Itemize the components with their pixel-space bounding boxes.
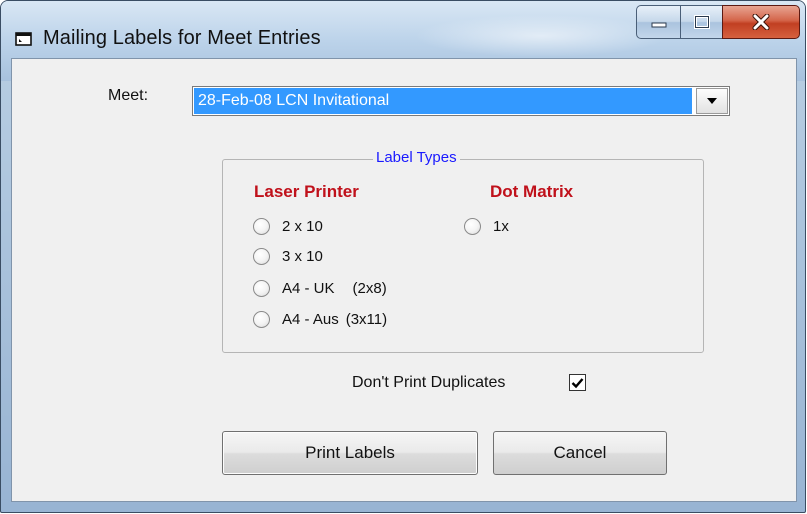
minimize-icon <box>651 22 666 28</box>
radio-option-a4-uk[interactable]: A4 - UK (2x8) <box>253 280 387 297</box>
radio-label: 2 x 10 <box>282 218 323 235</box>
radio-note: (3x11) <box>345 311 388 328</box>
dot-matrix-heading: Dot Matrix <box>490 182 574 201</box>
window-title: Mailing Labels for Meet Entries <box>43 27 321 49</box>
print-labels-button[interactable]: Print Labels <box>222 431 478 475</box>
radio-option-2x10[interactable]: 2 x 10 <box>253 218 323 235</box>
app-window-icon <box>15 32 32 46</box>
cancel-button[interactable]: Cancel <box>493 431 667 475</box>
radio-button[interactable] <box>253 280 270 297</box>
radio-option-3x10[interactable]: 3 x 10 <box>253 248 323 265</box>
radio-label: A4 - UK <box>282 280 335 297</box>
label-types-legend: Label Types <box>373 149 460 166</box>
dropdown-button[interactable] <box>696 88 728 114</box>
radio-label: A4 - Aus <box>282 311 339 328</box>
dialog-window: Mailing Labels for Meet Entries Meet: 28… <box>0 0 806 513</box>
radio-option-1x[interactable]: 1x <box>464 218 509 235</box>
dont-print-duplicates-checkbox[interactable] <box>569 374 586 391</box>
chevron-down-icon <box>707 98 717 104</box>
close-icon <box>752 14 770 30</box>
dialog-body: Meet: 28-Feb-08 LCN Invitational Label T… <box>11 58 797 502</box>
label-types-group: Label Types Laser Printer Dot Matrix 2 x… <box>222 149 704 353</box>
laser-printer-heading: Laser Printer <box>254 182 359 201</box>
meet-selected-value[interactable]: 28-Feb-08 LCN Invitational <box>194 88 692 114</box>
minimize-button[interactable] <box>636 5 680 39</box>
caption-buttons <box>636 5 800 39</box>
radio-button[interactable] <box>464 218 481 235</box>
radio-button[interactable] <box>253 248 270 265</box>
maximize-button[interactable] <box>680 5 722 39</box>
meet-label: Meet: <box>108 87 149 104</box>
checkmark-icon <box>571 377 584 388</box>
radio-button[interactable] <box>253 218 270 235</box>
radio-button[interactable] <box>253 311 270 328</box>
close-button[interactable] <box>722 5 800 39</box>
dont-print-duplicates-label: Don't Print Duplicates <box>352 374 506 391</box>
radio-label: 1x <box>493 218 509 235</box>
maximize-icon <box>693 15 710 29</box>
radio-label: 3 x 10 <box>282 248 323 265</box>
radio-note: (2x8) <box>352 280 387 297</box>
meet-dropdown[interactable]: 28-Feb-08 LCN Invitational <box>192 86 730 116</box>
radio-option-a4-aus[interactable]: A4 - Aus (3x11) <box>253 311 387 328</box>
